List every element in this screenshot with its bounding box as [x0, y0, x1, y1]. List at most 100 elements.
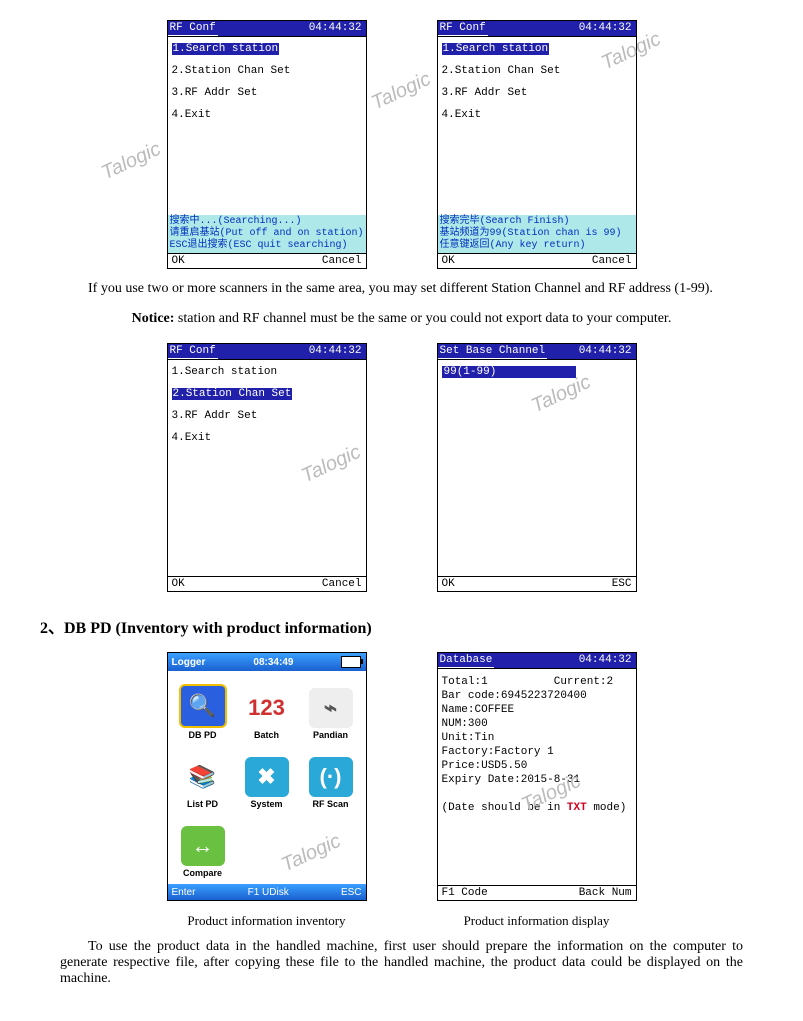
watermark: Talogic — [98, 138, 164, 185]
footer: OK ESC — [438, 576, 636, 591]
menu-item-exit[interactable]: 4.Exit — [442, 109, 632, 121]
softkey-enter[interactable]: Enter — [172, 887, 196, 898]
menu-item-station-chan-set[interactable]: 2.Station Chan Set — [172, 388, 293, 400]
menu-item-station-chan-set[interactable]: 2.Station Chan Set — [172, 65, 362, 77]
softkey-cancel[interactable]: Cancel — [592, 254, 632, 268]
notice-text: station and RF channel must be the same … — [174, 311, 671, 326]
footer: OK Cancel — [168, 253, 366, 268]
app-label: Batch — [254, 730, 279, 740]
titlebar: RF Conf 04:44:32 — [438, 21, 636, 37]
app-icon-glyph: 📚 — [181, 757, 225, 797]
screen-time: 04:44:32 — [575, 344, 636, 359]
row-3: Talogic Talogic Logger 08:34:49 🔍DB PD12… — [40, 652, 763, 901]
app-icon-glyph: 🔍 — [179, 684, 227, 728]
softkey-ok[interactable]: OK — [442, 254, 455, 268]
screen-title: Set Base Channel — [438, 344, 548, 359]
screen-body: 99(1-99) — [438, 360, 636, 576]
screen-title: RF Conf — [438, 21, 488, 36]
txt-highlight: TXT — [567, 802, 587, 814]
screen-body: 1.Search station 2.Station Chan Set 3.RF… — [168, 37, 366, 253]
softkey-cancel[interactable]: Cancel — [322, 577, 362, 591]
app-label: DB PD — [188, 730, 216, 740]
menu-item-rf-addr-set[interactable]: 3.RF Addr Set — [442, 87, 632, 99]
channel-input[interactable]: 99(1-99) — [442, 366, 576, 378]
screen-time: 04:44:32 — [305, 21, 366, 36]
softkey-ok[interactable]: OK — [442, 577, 455, 591]
db-line — [442, 787, 632, 801]
screen-time: 04:44:32 — [305, 344, 366, 359]
app-compare[interactable]: ↔ Compare — [172, 813, 234, 880]
titlebar: RF Conf 04:44:32 — [168, 344, 366, 360]
screen-title: RF Conf — [168, 21, 218, 36]
softkey-esc[interactable]: ESC — [612, 577, 632, 591]
softkey-back-num[interactable]: Back Num — [579, 886, 632, 900]
caption-inventory: Product information inventory — [167, 913, 367, 929]
titlebar: Database 04:44:32 — [438, 653, 636, 669]
db-line: Expiry Date:2015-8-31 — [442, 773, 632, 787]
notice-label: Notice: — [132, 311, 175, 326]
screen-body: 1.Search station 2.Station Chan Set 3.RF… — [438, 37, 636, 253]
db-line: (Date should be in TXT mode) — [442, 801, 632, 815]
status-searching: 搜索中...(Searching...) 请重启基站(Put off and o… — [168, 215, 366, 253]
paragraph-multi-scanner: If you use two or more scanners in the s… — [60, 281, 743, 297]
app-grid: 🔍DB PD123Batch⌁Pandian📚List PD✖System(·)… — [168, 671, 366, 884]
captions: Product information inventory Product in… — [40, 913, 763, 929]
menu-item-search-station[interactable]: 1.Search station — [172, 43, 280, 55]
menu-item-rf-addr-set[interactable]: 3.RF Addr Set — [172, 410, 362, 422]
app-label: Pandian — [313, 730, 348, 740]
screen-title: RF Conf — [168, 344, 218, 359]
softkey-ok[interactable]: OK — [172, 254, 185, 268]
screen-time: 04:44:32 — [575, 21, 636, 36]
db-line: NUM:300 — [442, 717, 632, 731]
database-screen: Database 04:44:32 Total:1 Current:2Bar c… — [437, 652, 637, 901]
section-heading-db-pd: 2、DB PD (Inventory with product informat… — [40, 614, 763, 638]
softkey-ok[interactable]: OK — [172, 577, 185, 591]
notice-line: Notice: station and RF channel must be t… — [40, 311, 763, 327]
row-2: Talogic Talogic RF Conf 04:44:32 1.Searc… — [40, 343, 763, 592]
menu-item-search-station[interactable]: 1.Search station — [172, 366, 362, 378]
app-label: RF Scan — [312, 799, 348, 809]
app-pandian[interactable]: ⌁ Pandian — [300, 675, 362, 742]
db-line: Price:USD5.50 — [442, 759, 632, 773]
row-1: Talogic Talogic Talogic RF Conf 04:44:32… — [40, 20, 763, 269]
app-db-pd[interactable]: 🔍 DB PD — [172, 675, 234, 742]
logger-home-screen: Logger 08:34:49 🔍DB PD123Batch⌁Pandian📚L… — [167, 652, 367, 901]
menu-item-exit[interactable]: 4.Exit — [172, 432, 362, 444]
app-system[interactable]: ✖System — [236, 744, 298, 811]
set-base-channel-screen: Set Base Channel 04:44:32 99(1-99) OK ES… — [437, 343, 637, 592]
logger-footer: Enter F1 UDisk ESC — [168, 884, 366, 900]
app-icon-glyph: ↔ — [181, 826, 225, 866]
softkey-esc[interactable]: ESC — [341, 887, 362, 898]
rf-conf-screen-searching: RF Conf 04:44:32 1.Search station 2.Stat… — [167, 20, 367, 269]
app-label: Compare — [183, 868, 222, 878]
footer: OK Cancel — [168, 576, 366, 591]
app-icon-glyph: ✖ — [245, 757, 289, 797]
database-body: Total:1 Current:2Bar code:6945223720400N… — [438, 669, 636, 885]
menu-item-station-chan-set[interactable]: 2.Station Chan Set — [442, 65, 632, 77]
screen-time: 04:44:32 — [575, 653, 636, 668]
db-line: Name:COFFEE — [442, 703, 632, 717]
app-icon-glyph: ⌁ — [309, 688, 353, 728]
footer: F1 Code Back Num — [438, 885, 636, 900]
logger-title: Logger — [172, 657, 206, 668]
app-batch[interactable]: 123Batch — [236, 675, 298, 742]
footer: OK Cancel — [438, 253, 636, 268]
menu-item-exit[interactable]: 4.Exit — [172, 109, 362, 121]
app-icon-glyph: (·) — [309, 757, 353, 797]
softkey-f1-udisk[interactable]: F1 UDisk — [248, 887, 289, 898]
battery-icon — [341, 656, 361, 668]
screen-body: 1.Search station 2.Station Chan Set 3.RF… — [168, 360, 366, 576]
app-rf-scan[interactable]: (·) RF Scan — [300, 744, 362, 811]
titlebar: Set Base Channel 04:44:32 — [438, 344, 636, 360]
softkey-cancel[interactable]: Cancel — [322, 254, 362, 268]
app-list-pd[interactable]: 📚List PD — [172, 744, 234, 811]
rf-conf-screen-finished: RF Conf 04:44:32 1.Search station 2.Stat… — [437, 20, 637, 269]
db-line: Bar code:6945223720400 — [442, 689, 632, 703]
softkey-f1-code[interactable]: F1 Code — [442, 886, 488, 900]
titlebar: RF Conf 04:44:32 — [168, 21, 366, 37]
watermark: Talogic — [368, 68, 434, 115]
db-line: Unit:Tin — [442, 731, 632, 745]
menu-item-rf-addr-set[interactable]: 3.RF Addr Set — [172, 87, 362, 99]
db-line: Total:1 Current:2 — [442, 675, 632, 689]
menu-item-search-station[interactable]: 1.Search station — [442, 43, 550, 55]
